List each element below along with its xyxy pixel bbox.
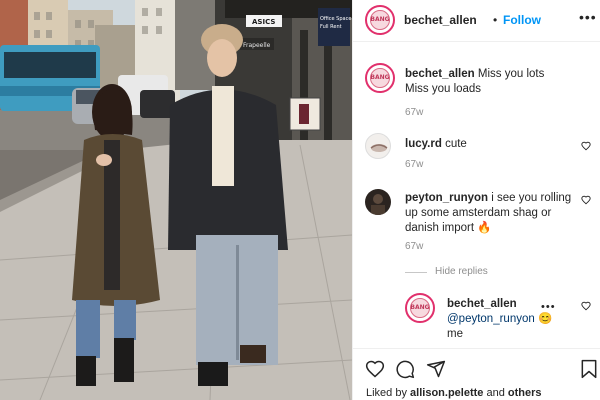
reply-avatar[interactable]: BANG — [405, 293, 435, 323]
caption-username[interactable]: bechet_allen — [405, 68, 475, 80]
follow-button[interactable]: Follow — [503, 13, 541, 27]
comment-text: peyton_runyon i see you rolling up some … — [405, 191, 573, 236]
reply-mention[interactable]: @peyton_runyon — [447, 313, 535, 325]
commenter-avatar[interactable] — [365, 189, 391, 215]
liked-and: and — [486, 387, 505, 399]
sign-text-1: Office Space — [320, 16, 351, 22]
liked-user[interactable]: allison.pelette — [410, 387, 483, 399]
sign-text-3: ASICS — [252, 18, 275, 26]
sign-text-2: Full Rent — [320, 24, 342, 30]
comment-time[interactable]: 67w — [405, 241, 423, 252]
like-comment-heart-icon[interactable] — [581, 141, 591, 151]
reply-tail: me — [447, 328, 463, 340]
comments-panel: BANG bechet_allen • Follow ••• BANG bech… — [352, 0, 600, 400]
comment-text: lucy.rd cute — [405, 137, 573, 152]
reply-username[interactable]: bechet_allen — [447, 298, 517, 310]
avatar-logo-text: BANG — [369, 67, 391, 89]
liked-others[interactable]: others — [508, 387, 542, 399]
comments-list[interactable]: BANG bechet_allen Miss you lots Miss you… — [353, 43, 600, 348]
post-header: BANG bechet_allen • Follow ••• — [353, 0, 600, 42]
avatar-logo-text: BANG — [369, 9, 391, 31]
comment-icon[interactable] — [395, 359, 415, 379]
share-icon[interactable] — [426, 359, 446, 379]
reply-text: bechet_allen @peyton_runyon 😊 me — [447, 297, 577, 342]
author-username[interactable]: bechet_allen — [404, 13, 477, 27]
comment-username[interactable]: peyton_runyon — [405, 192, 488, 204]
separator-dot: • — [493, 13, 498, 27]
author-avatar[interactable]: BANG — [365, 5, 395, 35]
reply-more-icon[interactable]: ••• — [541, 301, 556, 313]
comment-body: cute — [445, 138, 467, 150]
hide-replies-line — [405, 272, 427, 273]
lips-avatar-image — [370, 144, 388, 152]
more-options-icon[interactable]: ••• — [579, 9, 597, 25]
street-scene-image: Office Space Full Rent ASICS Frapeelle — [0, 0, 352, 400]
sign-text-4: Frapeelle — [243, 42, 271, 49]
heart-icon[interactable] — [365, 359, 385, 379]
reply-emoji: 😊 — [537, 313, 553, 325]
post-actions: Liked by allison.pelette and others — [353, 348, 600, 400]
like-reply-heart-icon[interactable] — [581, 301, 591, 311]
hide-replies-link[interactable]: Hide replies — [435, 266, 488, 277]
liked-by-text: Liked by allison.pelette and others — [366, 387, 542, 399]
post-photo[interactable]: Office Space Full Rent ASICS Frapeelle — [0, 0, 352, 400]
liked-prefix: Liked by — [366, 387, 407, 399]
bookmark-icon[interactable] — [579, 359, 599, 379]
caption-text: bechet_allen Miss you lots Miss you load… — [405, 67, 573, 97]
caption-time[interactable]: 67w — [405, 107, 423, 118]
comment-username[interactable]: lucy.rd — [405, 138, 442, 150]
avatar-logo-text: BANG — [409, 297, 431, 319]
comment-time[interactable]: 67w — [405, 159, 423, 170]
commenter-avatar[interactable] — [365, 133, 391, 159]
caption-avatar[interactable]: BANG — [365, 63, 395, 93]
like-comment-heart-icon[interactable] — [581, 195, 591, 205]
dark-avatar-image — [371, 194, 385, 215]
